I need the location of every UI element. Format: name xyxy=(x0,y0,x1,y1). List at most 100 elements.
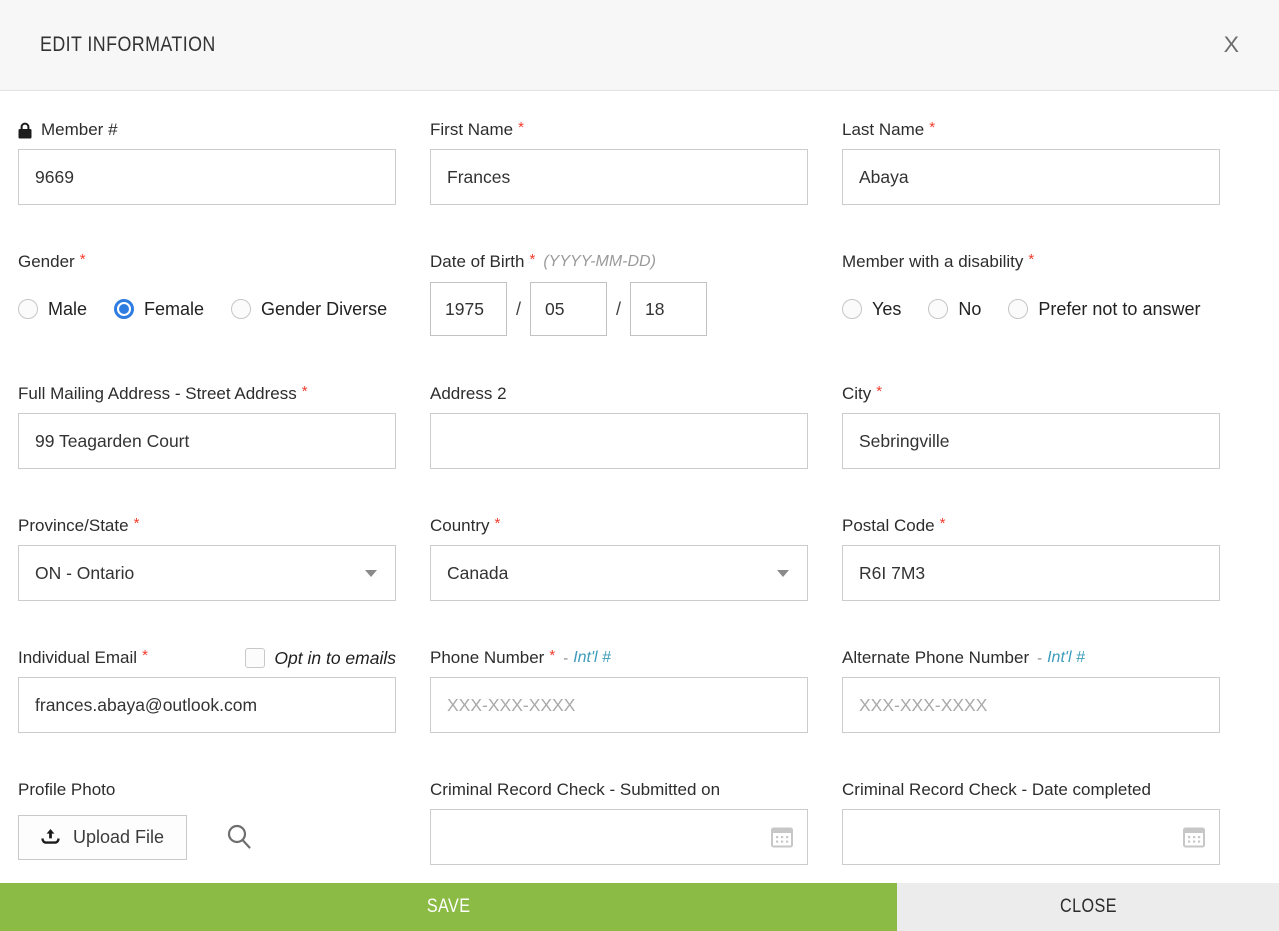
postal-code-label: Postal Code xyxy=(842,516,935,536)
upload-icon xyxy=(41,828,60,846)
dialog-footer: SAVE CLOSE xyxy=(0,883,1279,931)
street-address-label: Full Mailing Address - Street Address xyxy=(18,384,297,404)
field-profile-photo: Profile Photo Upload File xyxy=(18,779,396,865)
crc-completed-input[interactable] xyxy=(842,809,1220,865)
required-asterisk: * xyxy=(302,383,308,400)
alt-phone-intl-dash: - xyxy=(1037,650,1042,667)
province-selected-value: ON - Ontario xyxy=(35,563,134,584)
field-crc-completed: Criminal Record Check - Date completed xyxy=(842,779,1220,865)
optin-checkbox[interactable] xyxy=(245,648,265,668)
upload-file-button[interactable]: Upload File xyxy=(18,815,187,860)
optin-label[interactable]: Opt in to emails xyxy=(274,648,396,669)
phone-intl-link[interactable]: Int'l # xyxy=(573,649,611,667)
field-crc-submitted: Criminal Record Check - Submitted on xyxy=(430,779,808,865)
upload-file-label: Upload File xyxy=(73,827,164,848)
city-input[interactable] xyxy=(842,413,1220,469)
phone-intl-dash: - xyxy=(563,650,568,667)
field-last-name: Last Name * xyxy=(842,119,1220,205)
profile-photo-label: Profile Photo xyxy=(18,780,115,800)
province-label: Province/State xyxy=(18,516,129,536)
first-name-label: First Name xyxy=(430,120,513,140)
gender-radio-male[interactable] xyxy=(18,299,38,319)
email-label: Individual Email xyxy=(18,648,137,668)
disability-option-prefer-not: Prefer not to answer xyxy=(1008,299,1200,320)
close-button-label: CLOSE xyxy=(1060,896,1117,918)
dob-inputs: / / xyxy=(430,281,808,337)
field-first-name: First Name * xyxy=(430,119,808,205)
disability-radio-no[interactable] xyxy=(928,299,948,319)
field-phone: Phone Number * - Int'l # xyxy=(430,647,808,733)
search-icon[interactable] xyxy=(225,823,253,851)
alt-phone-label: Alternate Phone Number xyxy=(842,648,1029,668)
required-asterisk: * xyxy=(1028,251,1034,268)
close-icon[interactable]: X xyxy=(1224,32,1239,58)
gender-radio-group: Male Female Gender Diverse xyxy=(18,281,396,337)
dob-day-input[interactable] xyxy=(630,282,707,336)
crc-submitted-input[interactable] xyxy=(430,809,808,865)
field-disability: Member with a disability * Yes No Prefer… xyxy=(842,251,1220,337)
disability-prefer-not-label[interactable]: Prefer not to answer xyxy=(1038,299,1200,320)
province-select[interactable]: ON - Ontario xyxy=(18,545,396,601)
phone-input[interactable] xyxy=(430,677,808,733)
member-number-input[interactable] xyxy=(18,149,396,205)
disability-radio-yes[interactable] xyxy=(842,299,862,319)
email-optin: Opt in to emails xyxy=(245,648,396,669)
gender-male-label[interactable]: Male xyxy=(48,299,87,320)
country-label: Country xyxy=(430,516,490,536)
required-asterisk: * xyxy=(549,647,555,664)
address2-input[interactable] xyxy=(430,413,808,469)
required-asterisk: * xyxy=(518,119,524,136)
gender-diverse-label[interactable]: Gender Diverse xyxy=(261,299,387,320)
save-button[interactable]: SAVE xyxy=(0,883,897,931)
disability-option-yes: Yes xyxy=(842,299,901,320)
field-date-of-birth: Date of Birth * (YYYY-MM-DD) / / xyxy=(430,251,808,337)
city-label: City xyxy=(842,384,871,404)
last-name-input[interactable] xyxy=(842,149,1220,205)
disability-radio-group: Yes No Prefer not to answer xyxy=(842,281,1220,337)
required-asterisk: * xyxy=(940,515,946,532)
edit-information-form: Member # First Name * Last Name * Gender… xyxy=(0,91,1279,865)
gender-option-female: Female xyxy=(114,299,204,320)
gender-option-male: Male xyxy=(18,299,87,320)
save-button-label: SAVE xyxy=(427,896,471,918)
dob-separator: / xyxy=(516,299,521,320)
phone-label: Phone Number xyxy=(430,648,544,668)
alt-phone-input[interactable] xyxy=(842,677,1220,733)
dob-year-input[interactable] xyxy=(430,282,507,336)
disability-yes-label[interactable]: Yes xyxy=(872,299,901,320)
dob-format-hint: (YYYY-MM-DD) xyxy=(543,253,656,271)
field-email: Individual Email * Opt in to emails xyxy=(18,647,396,733)
field-city: City * xyxy=(842,383,1220,469)
alt-phone-intl-link[interactable]: Int'l # xyxy=(1047,649,1085,667)
required-asterisk: * xyxy=(495,515,501,532)
country-select[interactable]: Canada xyxy=(430,545,808,601)
calendar-icon[interactable] xyxy=(771,827,793,848)
disability-radio-prefer-not[interactable] xyxy=(1008,299,1028,319)
chevron-down-icon xyxy=(777,570,789,577)
gender-female-label[interactable]: Female xyxy=(144,299,204,320)
required-asterisk: * xyxy=(530,251,536,268)
member-number-label: Member # xyxy=(41,120,118,140)
field-country: Country * Canada xyxy=(430,515,808,601)
disability-no-label[interactable]: No xyxy=(958,299,981,320)
required-asterisk: * xyxy=(142,647,148,664)
crc-completed-label: Criminal Record Check - Date completed xyxy=(842,780,1151,800)
gender-radio-female[interactable] xyxy=(114,299,134,319)
gender-radio-diverse[interactable] xyxy=(231,299,251,319)
email-input[interactable] xyxy=(18,677,396,733)
postal-code-input[interactable] xyxy=(842,545,1220,601)
page-title: EDIT INFORMATION xyxy=(40,33,216,57)
dob-month-input[interactable] xyxy=(530,282,607,336)
field-member-number: Member # xyxy=(18,119,396,205)
gender-label: Gender xyxy=(18,252,75,272)
close-button[interactable]: CLOSE xyxy=(897,883,1279,931)
required-asterisk: * xyxy=(134,515,140,532)
street-address-input[interactable] xyxy=(18,413,396,469)
address2-label: Address 2 xyxy=(430,384,507,404)
field-gender: Gender * Male Female Gender Diverse xyxy=(18,251,396,337)
field-province: Province/State * ON - Ontario xyxy=(18,515,396,601)
required-asterisk: * xyxy=(876,383,882,400)
gender-option-diverse: Gender Diverse xyxy=(231,299,387,320)
first-name-input[interactable] xyxy=(430,149,808,205)
calendar-icon[interactable] xyxy=(1183,827,1205,848)
